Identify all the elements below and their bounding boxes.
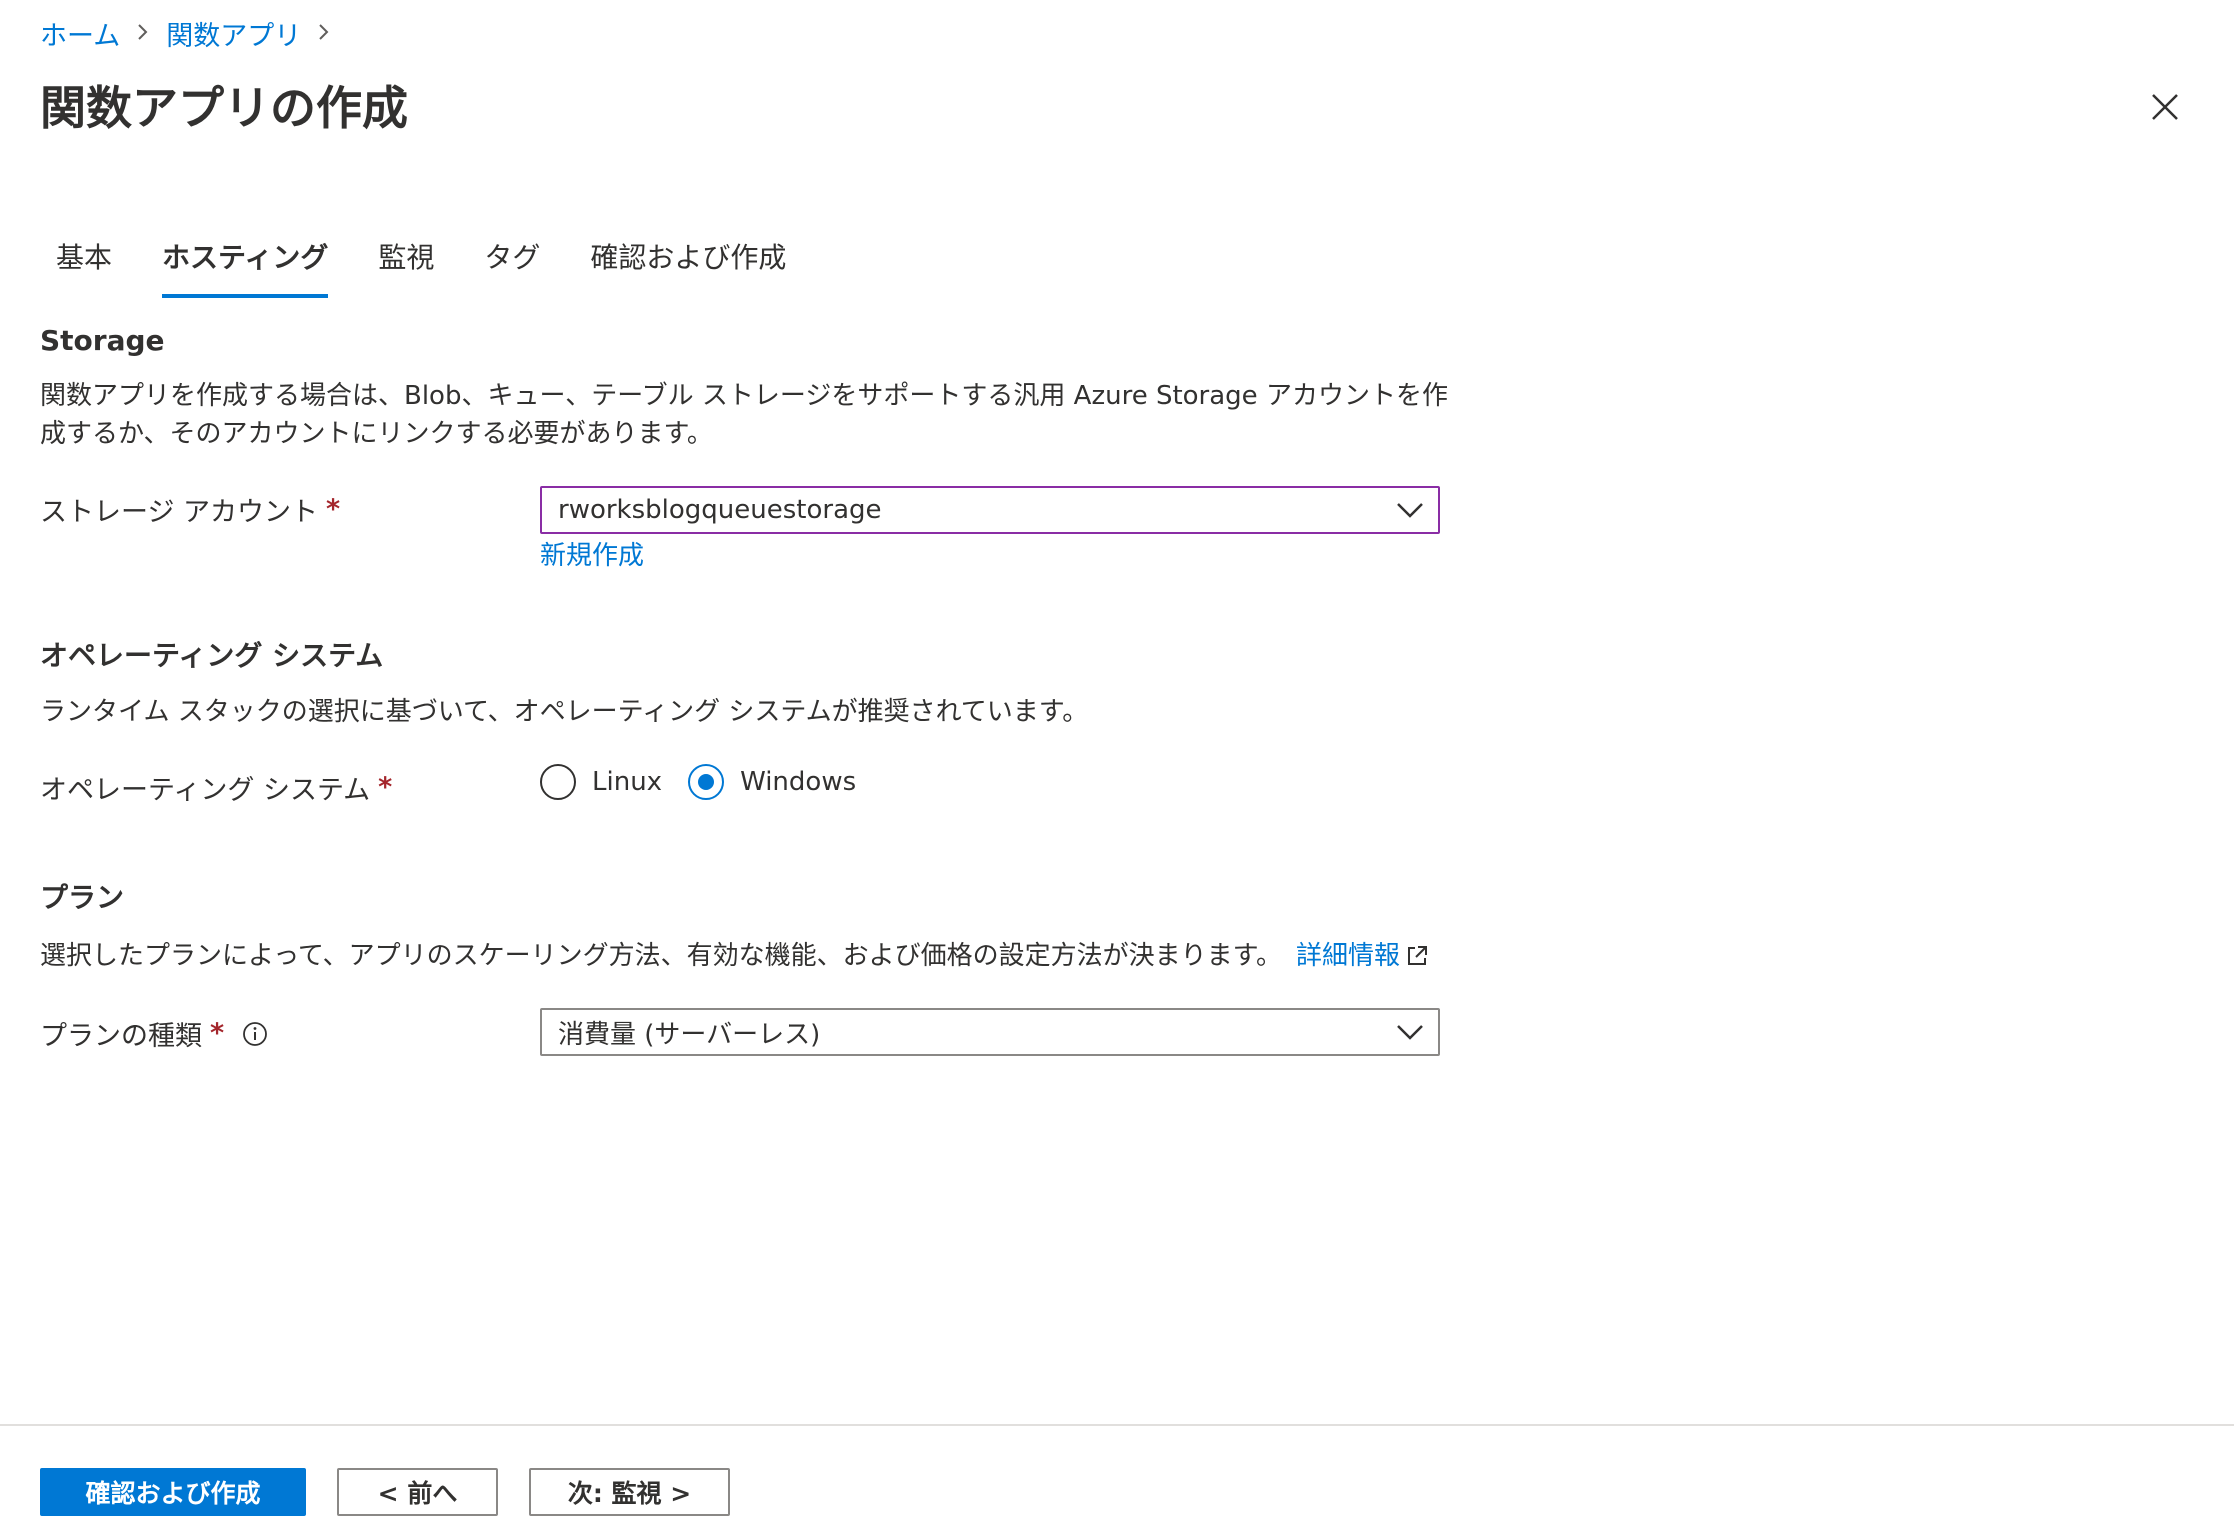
storage-account-label-text: ストレージ アカウント	[40, 497, 319, 528]
tab-review-create[interactable]: 確認および作成	[574, 240, 802, 298]
storage-account-dropdown[interactable]: rworksblogqueuestorage	[540, 486, 1440, 534]
os-field-label: オペレーティング システム *	[40, 768, 392, 807]
close-button[interactable]	[2140, 84, 2190, 134]
storage-account-label: ストレージ アカウント *	[40, 490, 340, 529]
breadcrumb-function-app[interactable]: 関数アプリ	[166, 14, 301, 53]
breadcrumb-home[interactable]: ホーム	[40, 14, 120, 53]
create-new-storage-link[interactable]: 新規作成	[540, 535, 644, 572]
next-monitoring-button[interactable]: 次: 監視 >	[529, 1468, 730, 1516]
storage-description-line2: 成するか、そのアカウントにリンクする必要があります。	[40, 419, 713, 449]
chevron-right-icon	[136, 20, 150, 48]
os-radio-linux-label: Linux	[592, 767, 663, 797]
os-section-title: オペレーティング システム	[40, 639, 384, 672]
radio-unchecked-icon	[540, 764, 576, 800]
breadcrumb: ホーム 関数アプリ	[40, 14, 347, 53]
radio-checked-icon	[688, 764, 725, 800]
learn-more-link-text: 詳細情報	[1296, 941, 1401, 971]
footer-divider	[0, 1424, 2234, 1426]
external-link-icon	[1406, 945, 1428, 967]
tab-bar: 基本 ホスティング 監視 タグ 確認および作成	[40, 240, 820, 298]
plan-type-label-text: プランの種類	[40, 1021, 202, 1052]
page-title: 関数アプリの作成	[40, 81, 408, 135]
chevron-right-icon	[317, 20, 331, 48]
chevron-down-icon	[1396, 498, 1424, 529]
os-radio-group: Linux Windows	[540, 764, 882, 800]
required-marker: *	[210, 1018, 225, 1049]
storage-account-value: rworksblogqueuestorage	[558, 495, 882, 525]
plan-description-row: 選択したプランによって、アプリのスケーリング方法、有効な機能、および価格の設定方…	[40, 936, 1428, 976]
os-radio-windows-label: Windows	[740, 767, 857, 797]
previous-button[interactable]: < 前へ	[337, 1468, 498, 1516]
os-field-label-text: オペレーティング システム	[40, 775, 371, 806]
required-marker: *	[378, 772, 393, 803]
tab-tags[interactable]: タグ	[468, 240, 556, 298]
storage-section-title: Storage	[40, 324, 165, 357]
tab-hosting[interactable]: ホスティング	[146, 240, 344, 298]
tab-basics[interactable]: 基本	[40, 240, 128, 298]
os-radio-windows[interactable]: Windows	[688, 764, 856, 800]
learn-more-link[interactable]: 詳細情報	[1296, 936, 1428, 976]
os-description: ランタイム スタックの選択に基づいて、オペレーティング システムが推奨されていま…	[40, 697, 1089, 727]
plan-type-label: プランの種類 *	[40, 1014, 268, 1053]
plan-type-value: 消費量 (サーバーレス)	[558, 1019, 821, 1050]
review-create-button[interactable]: 確認および作成	[40, 1468, 306, 1516]
required-marker: *	[326, 494, 341, 525]
plan-description: 選択したプランによって、アプリのスケーリング方法、有効な機能、および価格の設定方…	[40, 941, 1283, 971]
plan-section-title: プラン	[40, 881, 125, 914]
tab-monitoring[interactable]: 監視	[362, 240, 450, 298]
chevron-down-icon	[1396, 1020, 1424, 1051]
os-radio-linux[interactable]: Linux	[540, 764, 662, 800]
plan-type-dropdown[interactable]: 消費量 (サーバーレス)	[540, 1008, 1440, 1056]
storage-description-line1: 関数アプリを作成する場合は、Blob、キュー、テーブル ストレージをサポートする…	[40, 381, 1448, 411]
close-icon	[2151, 93, 2179, 125]
info-icon[interactable]	[242, 1021, 268, 1047]
